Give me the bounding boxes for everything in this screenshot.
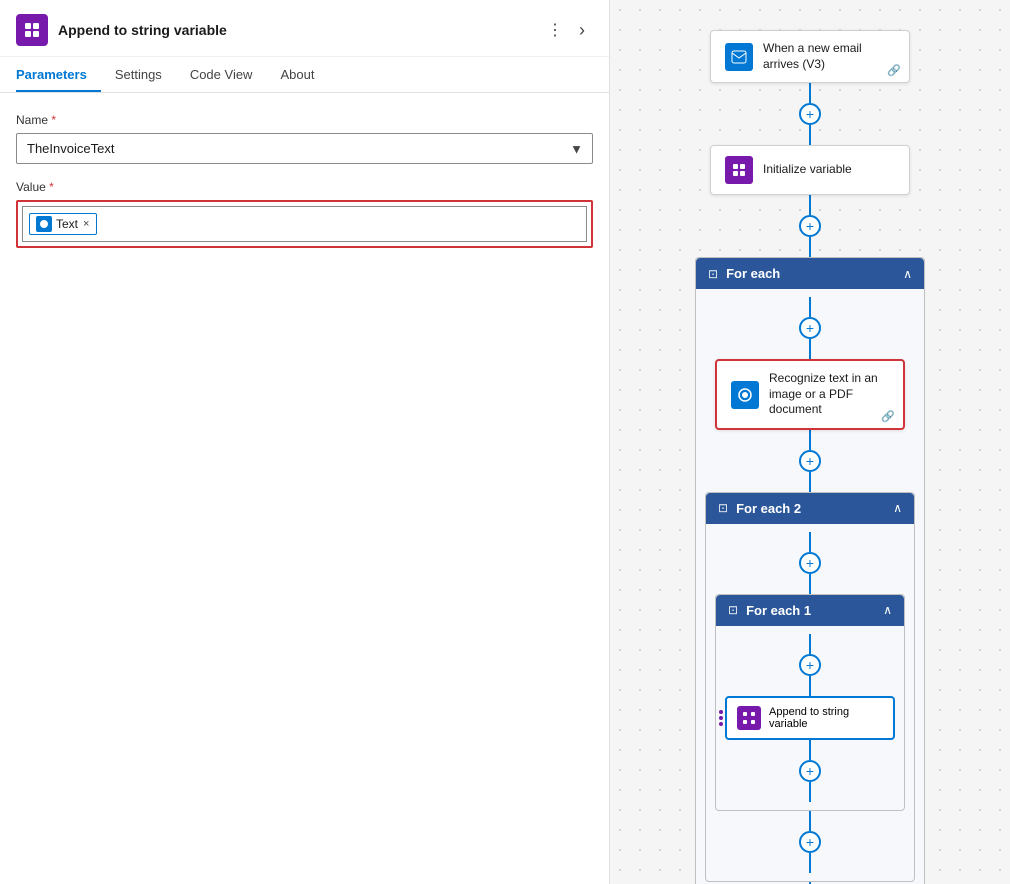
name-field-wrapper: TheInvoiceText ▼ [16, 133, 593, 164]
value-required-marker: * [49, 180, 54, 194]
add-step-foreach-button[interactable]: + [799, 317, 821, 339]
connector-line-7 [809, 430, 811, 450]
email-icon [725, 43, 753, 71]
left-panel: Append to string variable ⋮ › Parameters… [0, 0, 610, 884]
foreach2-title: For each 2 [736, 501, 885, 516]
email-trigger-node[interactable]: When a new email arrives (V3) 🔗 [710, 30, 910, 83]
foreach2-collapse-button[interactable]: ∧ [893, 501, 902, 515]
token-icon [36, 216, 52, 232]
recognize-text-node[interactable]: Recognize text in an image or a PDF docu… [715, 359, 905, 430]
panel-tabs: Parameters Settings Code View About [0, 57, 609, 93]
foreach1-title: For each 1 [746, 603, 875, 618]
token-close-button[interactable]: × [82, 218, 90, 230]
connector-line-16 [809, 853, 811, 873]
add-step-button-2[interactable]: + [799, 215, 821, 237]
append-variable-node[interactable]: Append to string variable [725, 696, 895, 740]
connector-5: + [799, 811, 821, 873]
tab-parameters[interactable]: Parameters [16, 57, 101, 92]
connector-3: + [799, 430, 821, 492]
connector-4: + [799, 740, 821, 802]
name-field-label: Name * [16, 113, 593, 127]
panel-body: Name * TheInvoiceText ▼ Value * [0, 93, 609, 884]
foreach-icon: ⊡ [708, 267, 718, 281]
panel-close-button[interactable]: › [571, 16, 593, 45]
add-step-foreach2-button[interactable]: + [799, 552, 821, 574]
foreach2-body: + ⊡ For each 1 ∧ [706, 524, 914, 881]
foreach1-header[interactable]: ⊡ For each 1 ∧ [716, 595, 904, 626]
add-step-button-4[interactable]: + [799, 760, 821, 782]
flow-container: When a new email arrives (V3) 🔗 + Initia… [610, 20, 1010, 884]
name-required-marker: * [51, 113, 56, 127]
connector-line-12 [809, 676, 811, 696]
add-step-button-3[interactable]: + [799, 450, 821, 472]
foreach2-container: ⊡ For each 2 ∧ + [705, 492, 915, 882]
foreach-body: + Recognize text in an image or a PDF do… [696, 289, 924, 884]
tab-about[interactable]: About [280, 57, 328, 92]
foreach1-collapse-button[interactable]: ∧ [883, 603, 892, 617]
text-token: Text × [29, 213, 97, 235]
connector-line-10 [809, 574, 811, 594]
tab-codeview[interactable]: Code View [190, 57, 267, 92]
connector-line-2 [809, 125, 811, 145]
variable-icon [725, 156, 753, 184]
connector-line-3 [809, 195, 811, 215]
panel-title: Append to string variable [58, 22, 539, 38]
value-input-area[interactable]: Text × [22, 206, 587, 242]
connector-line-11 [809, 634, 811, 654]
connector-line-9 [809, 532, 811, 552]
connector-line-8 [809, 472, 811, 492]
append-icon [737, 706, 761, 730]
connector-line-6 [809, 339, 811, 359]
add-step-foreach1-button[interactable]: + [799, 654, 821, 676]
connector-2: + [799, 195, 821, 257]
foreach1-body: + [716, 626, 904, 810]
panel-header: Append to string variable ⋮ › [0, 0, 609, 57]
panel-menu-button[interactable]: ⋮ [539, 16, 571, 44]
recognize-icon [731, 381, 759, 409]
link-icon: 🔗 [887, 64, 901, 77]
foreach-container: ⊡ For each ∧ + [695, 257, 925, 884]
connector-line-13 [809, 740, 811, 760]
connector-foreach1-inner: + [799, 634, 821, 696]
add-step-button-1[interactable]: + [799, 103, 821, 125]
foreach1-container: ⊡ For each 1 ∧ + [715, 594, 905, 811]
connector-line [809, 83, 811, 103]
right-panel: When a new email arrives (V3) 🔗 + Initia… [610, 0, 1010, 884]
name-select[interactable]: TheInvoiceText [16, 133, 593, 164]
connector-line-15 [809, 811, 811, 831]
recognize-text-label: Recognize text in an image or a PDF docu… [769, 371, 889, 418]
foreach2-header[interactable]: ⊡ For each 2 ∧ [706, 493, 914, 524]
add-step-button-5[interactable]: + [799, 831, 821, 853]
foreach-title: For each [726, 266, 895, 281]
connector-foreach-inner: + [799, 297, 821, 359]
connector-line-4 [809, 237, 811, 257]
foreach1-icon: ⊡ [728, 603, 738, 617]
init-variable-node[interactable]: Initialize variable [710, 145, 910, 195]
connector-1: + [799, 83, 821, 145]
connector-line-14 [809, 782, 811, 802]
token-label: Text [56, 217, 78, 231]
foreach-collapse-button[interactable]: ∧ [903, 267, 912, 281]
panel-icon [16, 14, 48, 46]
running-dots [719, 710, 723, 726]
connector-foreach2-inner: + [799, 532, 821, 594]
foreach2-icon: ⊡ [718, 501, 728, 515]
value-field-label: Value * [16, 180, 593, 194]
email-trigger-label: When a new email arrives (V3) [763, 41, 895, 72]
link-icon-2: 🔗 [881, 410, 895, 423]
foreach-header[interactable]: ⊡ For each ∧ [696, 258, 924, 289]
value-field-highlight-wrapper: Text × [16, 200, 593, 248]
append-node-label: Append to string variable [769, 706, 883, 730]
connector-line-5 [809, 297, 811, 317]
init-variable-label: Initialize variable [763, 162, 895, 178]
tab-settings[interactable]: Settings [115, 57, 176, 92]
